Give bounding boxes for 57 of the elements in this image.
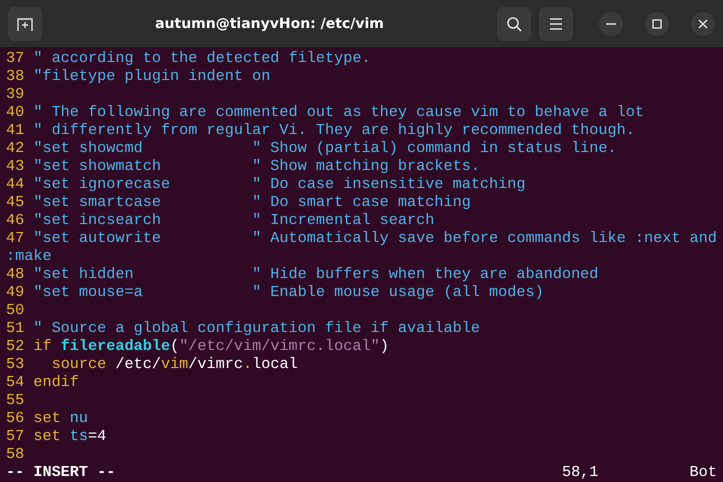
close-icon xyxy=(698,18,708,28)
code-line: " The following are commented out as they cause vim to behave a lot xyxy=(33,103,644,121)
line-number: 49 xyxy=(6,283,26,301)
menu-button[interactable] xyxy=(539,6,573,40)
close-button[interactable] xyxy=(691,12,715,36)
new-tab-button[interactable] xyxy=(8,6,42,40)
code-line: "set showcmd " Show (partial) command in status line. xyxy=(33,139,617,157)
code-line: "set incsearch " Incremental search xyxy=(33,211,434,229)
code-line: "set showmatch " Show matching brackets. xyxy=(33,157,480,175)
line-number: 46 xyxy=(6,211,26,229)
code-line: "set hidden " Hide buffers when they are abandoned xyxy=(33,265,598,283)
line-number: 47 xyxy=(6,229,26,247)
search-icon xyxy=(506,16,522,32)
line-number: 44 xyxy=(6,175,26,193)
code-line: " according to the detected filetype. xyxy=(33,49,371,67)
code-line: "set autowrite " Automatically save before commands like :next and xyxy=(33,229,717,247)
line-number: 53 xyxy=(6,355,26,373)
line-number: 58 xyxy=(6,445,26,463)
menu-icon xyxy=(549,18,563,30)
cursor-position: 58,1 xyxy=(562,463,600,481)
search-button[interactable] xyxy=(497,6,531,40)
line-number: 42 xyxy=(6,139,26,157)
line-number: 43 xyxy=(6,157,26,175)
line-number: 55 xyxy=(6,391,26,409)
code-line: " differently from regular Vi. They are highly recommended though. xyxy=(33,121,635,139)
code-line: set ts=4 xyxy=(33,427,106,445)
line-number: 37 xyxy=(6,49,26,67)
mode-indicator: -- INSERT -- xyxy=(6,463,116,481)
line-number: 54 xyxy=(6,373,26,391)
code-line: " Source a global configuration file if available xyxy=(33,319,480,337)
maximize-icon xyxy=(652,18,662,28)
minimize-icon xyxy=(606,22,616,24)
line-number: 51 xyxy=(6,319,26,337)
code-line: "set smartcase " Do smart case matching xyxy=(33,193,471,211)
code-line: if filereadable("/etc/vim/vimrc.local") xyxy=(33,337,389,355)
code-line: "set mouse=a " Enable mouse usage (all modes) xyxy=(33,283,544,301)
scroll-position: Bot xyxy=(690,463,717,481)
line-number: 39 xyxy=(6,85,26,103)
line-number: 48 xyxy=(6,265,26,283)
minimize-button[interactable] xyxy=(599,12,623,36)
code-line: "set ignorecase " Do case insensitive matching xyxy=(33,175,526,193)
maximize-button[interactable] xyxy=(645,12,669,36)
code-line: :make xyxy=(6,247,52,265)
line-number: 57 xyxy=(6,427,26,445)
line-number: 41 xyxy=(6,121,26,139)
line-number: 50 xyxy=(6,301,26,319)
line-number: 56 xyxy=(6,409,26,427)
line-number: 45 xyxy=(6,193,26,211)
window-title: autumn@tianyvHon: /etc/vim xyxy=(154,16,385,32)
line-number: 52 xyxy=(6,337,26,355)
new-tab-icon xyxy=(17,16,33,32)
code-line: source /etc/vim/vimrc.local xyxy=(50,355,298,373)
code-line: set nu xyxy=(33,409,88,427)
code-line: "filetype plugin indent on xyxy=(33,67,270,85)
code-line: endif xyxy=(33,373,79,391)
line-number: 40 xyxy=(6,103,26,121)
line-number: 38 xyxy=(6,67,26,85)
